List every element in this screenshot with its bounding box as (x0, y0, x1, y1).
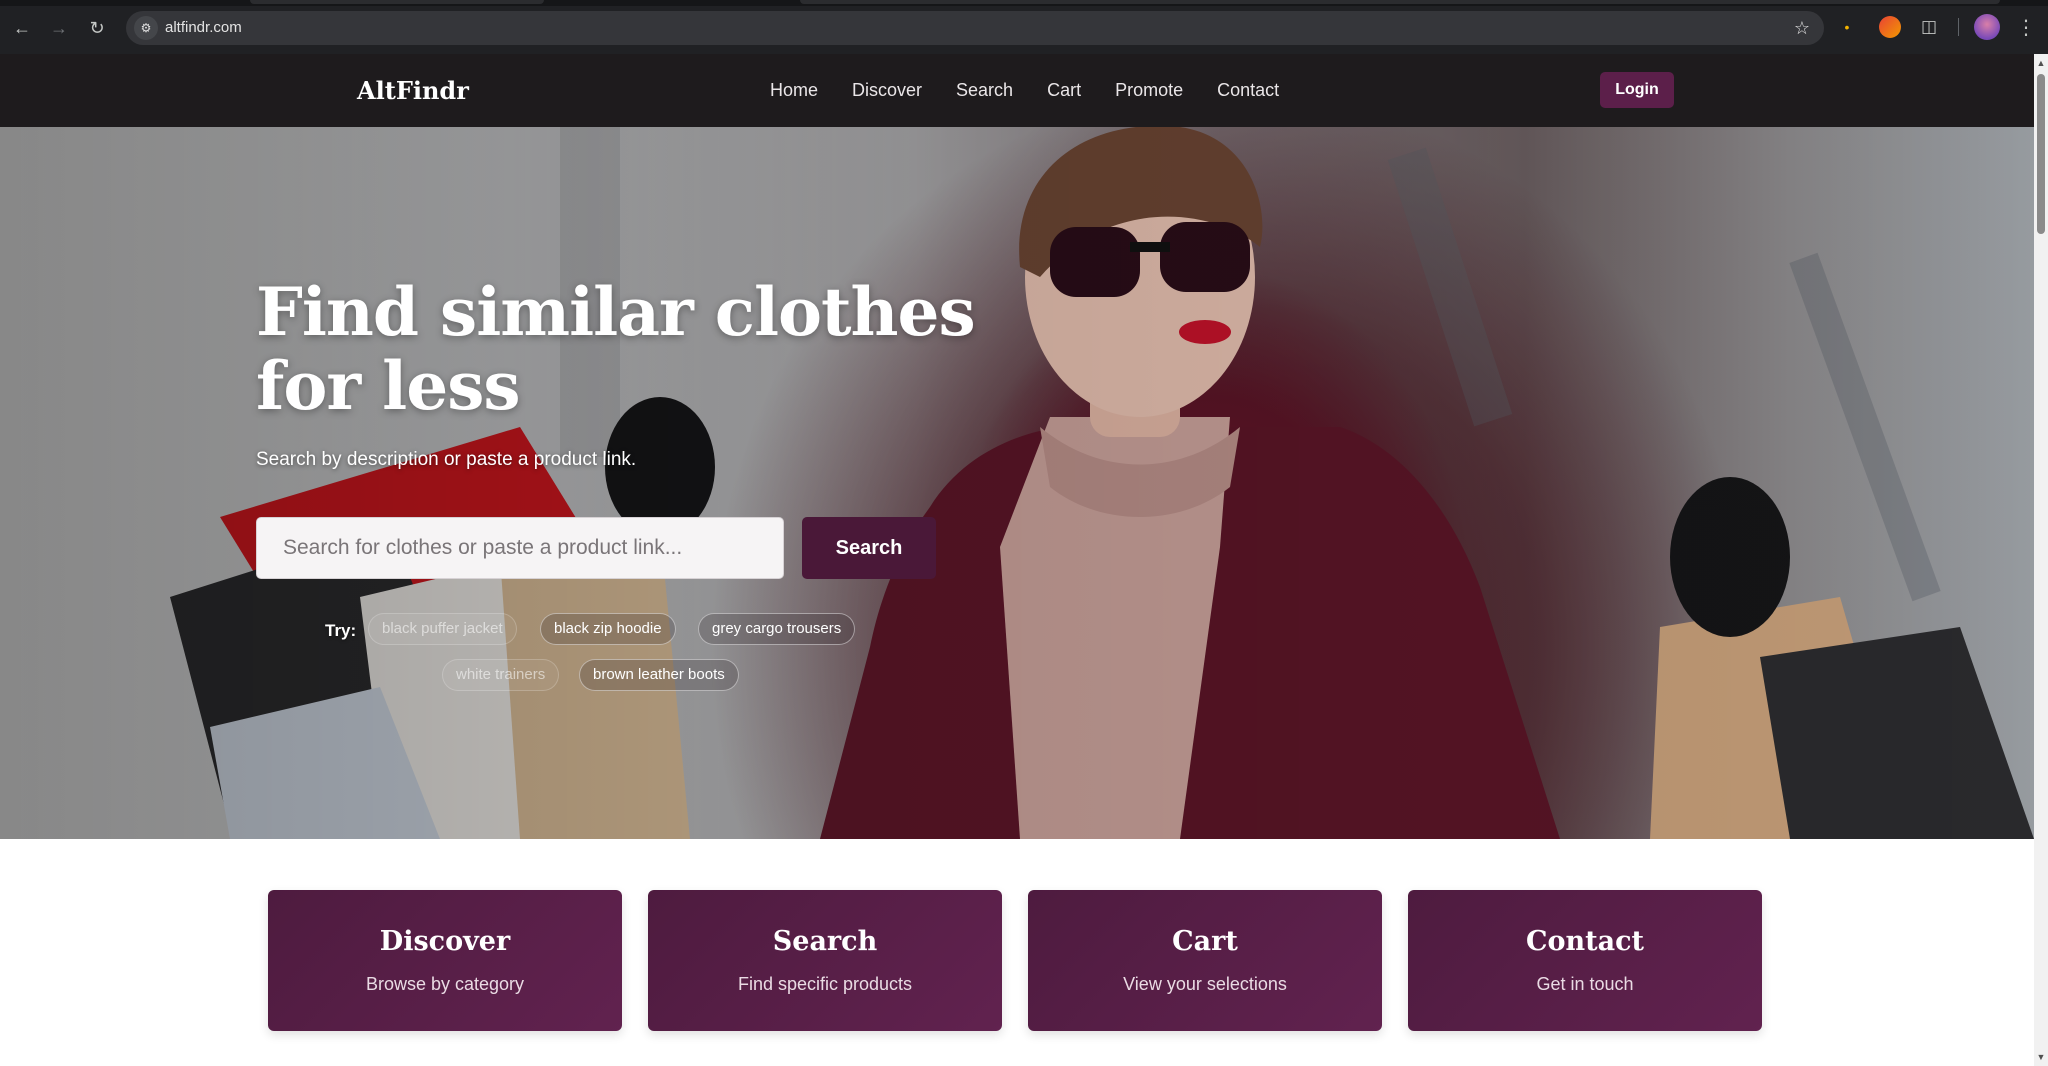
profile-avatar[interactable] (1974, 14, 2000, 40)
nav-discover[interactable]: Discover (852, 80, 922, 101)
site-settings-icon[interactable]: ⚙ (134, 16, 158, 40)
nav-search[interactable]: Search (956, 80, 1013, 101)
card-description: Find specific products (737, 974, 913, 994)
card-cart[interactable]: Cart View your selections (1028, 890, 1382, 1031)
site-header: AltFindr Home Discover Search Cart Promo… (0, 54, 2034, 127)
extension-icon[interactable] (1879, 16, 1901, 38)
nav-home[interactable]: Home (770, 80, 818, 101)
login-button[interactable]: Login (1600, 72, 1674, 108)
puzzle-icon[interactable]: ◫ (1918, 16, 1940, 38)
site-logo[interactable]: AltFindr (357, 54, 469, 127)
card-description: Browse by category (365, 974, 525, 994)
suggestion-chip[interactable]: grey cargo trousers (698, 613, 856, 645)
browser-tab[interactable] (250, 0, 544, 4)
reload-icon[interactable]: ↻ (83, 14, 111, 42)
search-input[interactable] (256, 517, 784, 579)
browser-toolbar: ← → ↻ ⚙ altfindr.com ☆ • ◫ ⋮ (0, 0, 2048, 54)
card-contact[interactable]: Contact Get in touch (1408, 890, 1762, 1031)
forward-icon[interactable]: → (45, 14, 73, 42)
back-icon[interactable]: ← (8, 14, 36, 42)
scrollbar-thumb[interactable] (2037, 74, 2045, 234)
main-nav: Home Discover Search Cart Promote Contac… (770, 54, 1313, 127)
url-text[interactable]: altfindr.com (165, 11, 242, 45)
tab-strip (0, 0, 2048, 6)
card-title: Search (772, 926, 878, 957)
kebab-menu-icon[interactable]: ⋮ (2016, 14, 2036, 42)
scroll-down-icon[interactable]: ▼ (2034, 1050, 2048, 1064)
suggestion-chip[interactable]: white trainers (442, 659, 560, 691)
hero-title: Find similar clothes for less (256, 273, 976, 425)
hero-overlay (0, 127, 2034, 839)
extension-icon[interactable]: • (1836, 16, 1858, 38)
search-button[interactable]: Search (802, 517, 936, 579)
hero-subtitle: Search by description or paste a product… (256, 449, 637, 470)
hero-section: Find similar clothes for less Search by … (0, 127, 2034, 839)
toolbar-divider (1958, 18, 1959, 36)
suggestion-chip[interactable]: brown leather boots (579, 659, 739, 691)
nav-contact[interactable]: Contact (1217, 80, 1279, 101)
card-title: Contact (1525, 926, 1644, 957)
scroll-up-icon[interactable]: ▲ (2034, 56, 2048, 70)
card-title: Discover (379, 926, 511, 957)
card-discover[interactable]: Discover Browse by category (268, 890, 622, 1031)
card-search[interactable]: Search Find specific products (648, 890, 1002, 1031)
page-scrollbar[interactable]: ▲ ▼ (2034, 54, 2048, 1066)
nav-promote[interactable]: Promote (1115, 80, 1183, 101)
card-description: Get in touch (1536, 974, 1634, 994)
nav-cart[interactable]: Cart (1047, 80, 1081, 101)
suggestion-chip[interactable]: black puffer jacket (368, 613, 517, 645)
try-label: Try: (325, 621, 357, 640)
address-bar[interactable]: ⚙ altfindr.com ☆ (126, 11, 1824, 45)
card-title: Cart (1172, 926, 1238, 957)
card-description: View your selections (1123, 974, 1287, 994)
star-icon[interactable]: ☆ (1794, 11, 1810, 45)
browser-tab[interactable] (800, 0, 2000, 4)
suggestion-chip[interactable]: black zip hoodie (540, 613, 676, 645)
